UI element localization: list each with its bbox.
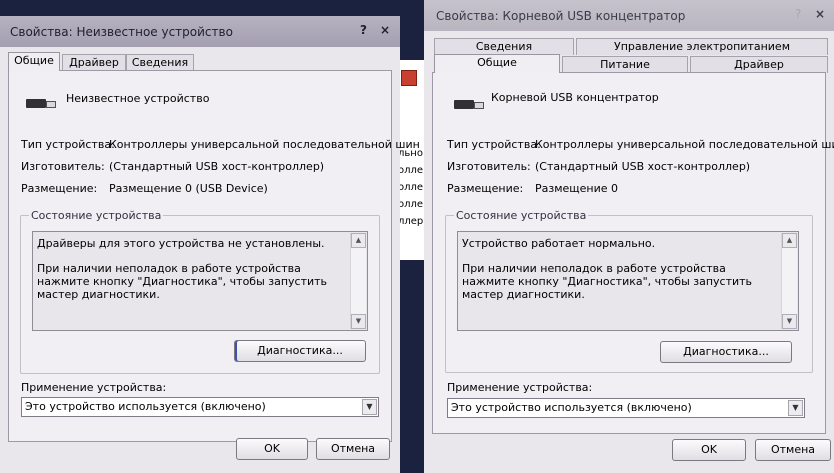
status-scrollbar[interactable]: ▲ ▼ — [781, 233, 797, 329]
red-app-icon — [401, 70, 417, 86]
cancel-button[interactable]: Отмена — [755, 439, 831, 461]
location-value: Размещение 0 — [535, 182, 619, 195]
usb-device-icon — [26, 99, 56, 108]
tab-strip: Общие Драйвер Сведения — [8, 52, 392, 71]
status-message: Устройство работает нормально. — [462, 237, 656, 250]
tab-general[interactable]: Общие — [434, 54, 560, 73]
tab-strip-row-1: Сведения Управление электропитанием — [432, 38, 828, 55]
manufacturer-value: (Стандартный USB хост-контроллер) — [535, 160, 751, 173]
title-bar[interactable]: Свойства: Неизвестное устройство ? × — [0, 16, 400, 47]
manufacturer-label: Изготовитель: — [447, 160, 531, 173]
window-title: Свойства: Неизвестное устройство — [10, 25, 233, 39]
manufacturer-label: Изготовитель: — [21, 160, 105, 173]
status-textbox: Драйверы для этого устройства не установ… — [32, 231, 368, 331]
device-name: Неизвестное устройство — [66, 92, 210, 105]
device-usage-label: Применение устройства: — [447, 381, 593, 394]
chevron-down-icon[interactable]: ▼ — [362, 399, 377, 415]
status-hint: При наличии неполадок в работе устройств… — [37, 262, 328, 301]
location-label: Размещение: — [447, 182, 524, 195]
location-value: Размещение 0 (USB Device) — [109, 182, 268, 195]
tab-panel-general: Корневой USB концентратор Тип устройства… — [432, 72, 834, 434]
tab-details[interactable]: Сведения — [126, 54, 194, 71]
properties-dialog-root-usb-hub: Свойства: Корневой USB концентратор ? × … — [424, 0, 834, 473]
status-scrollbar[interactable]: ▲ ▼ — [350, 233, 366, 329]
device-status-group: Состояние устройства Драйверы для этого … — [20, 209, 380, 374]
status-textbox: Устройство работает нормально. При налич… — [457, 231, 799, 331]
device-name: Корневой USB концентратор — [491, 91, 659, 104]
device-status-title: Состояние устройства — [29, 209, 164, 222]
tab-driver[interactable]: Драйвер — [62, 54, 126, 71]
help-icon[interactable]: ? — [360, 23, 367, 37]
usb-device-icon — [454, 100, 484, 109]
scroll-up-arrow-icon[interactable]: ▲ — [782, 233, 797, 248]
device-usage-value: Это устройство используется (включено) — [25, 400, 266, 413]
diagnostics-button[interactable]: Диагностика... — [660, 341, 792, 363]
background-text-fragment: олле — [398, 165, 424, 176]
tab-power[interactable]: Питание — [562, 56, 688, 73]
tab-panel-general: Неизвестное устройство Тип устройства: К… — [8, 70, 420, 442]
tab-power-management[interactable]: Управление электропитанием — [576, 38, 828, 55]
background-text-fragment: олле — [398, 182, 424, 193]
device-status-group: Состояние устройства Устройство работает… — [445, 209, 813, 373]
properties-dialog-unknown-device: Свойства: Неизвестное устройство ? × Общ… — [0, 16, 420, 473]
chevron-down-icon[interactable]: ▼ — [788, 400, 803, 416]
device-usage-select[interactable]: Это устройство используется (включено) ▼ — [21, 397, 379, 417]
location-label: Размещение: — [21, 182, 98, 195]
scroll-down-arrow-icon[interactable]: ▼ — [782, 314, 797, 329]
background-text-fragment: олле — [398, 199, 424, 210]
device-usage-select[interactable]: Это устройство используется (включено) ▼ — [447, 398, 805, 418]
close-icon[interactable]: × — [380, 23, 390, 37]
device-usage-value: Это устройство используется (включено) — [451, 401, 692, 414]
close-icon[interactable]: × — [815, 7, 825, 21]
device-status-title: Состояние устройства — [454, 209, 589, 222]
device-usage-label: Применение устройства: — [21, 381, 167, 394]
scroll-down-arrow-icon[interactable]: ▼ — [351, 314, 366, 329]
scroll-up-arrow-icon[interactable]: ▲ — [351, 233, 366, 248]
background-text-fragment: ллер — [398, 216, 424, 227]
title-bar[interactable]: Свойства: Корневой USB концентратор ? × — [424, 0, 834, 31]
device-type-value: Контроллеры универсальной последовательн… — [535, 138, 834, 151]
status-hint: При наличии неполадок в работе устройств… — [462, 262, 753, 301]
ok-button[interactable]: OK — [236, 438, 308, 460]
tab-details[interactable]: Сведения — [434, 38, 574, 55]
help-icon[interactable]: ? — [795, 7, 801, 21]
ok-button[interactable]: OK — [672, 439, 746, 461]
device-type-value: Контроллеры универсальной последовательн… — [109, 138, 420, 151]
tab-driver[interactable]: Драйвер — [690, 56, 828, 73]
diagnostics-button[interactable]: Диагностика... — [234, 340, 366, 362]
cancel-button[interactable]: Отмена — [316, 438, 390, 460]
tab-strip-row-2: Общие Питание Драйвер — [432, 54, 828, 73]
tab-general[interactable]: Общие — [8, 52, 60, 71]
window-title: Свойства: Корневой USB концентратор — [436, 9, 686, 23]
status-message: Драйверы для этого устройства не установ… — [37, 237, 325, 250]
device-type-label: Тип устройства: — [447, 138, 541, 151]
device-type-label: Тип устройства: — [21, 138, 115, 151]
manufacturer-value: (Стандартный USB хост-контроллер) — [109, 160, 325, 173]
